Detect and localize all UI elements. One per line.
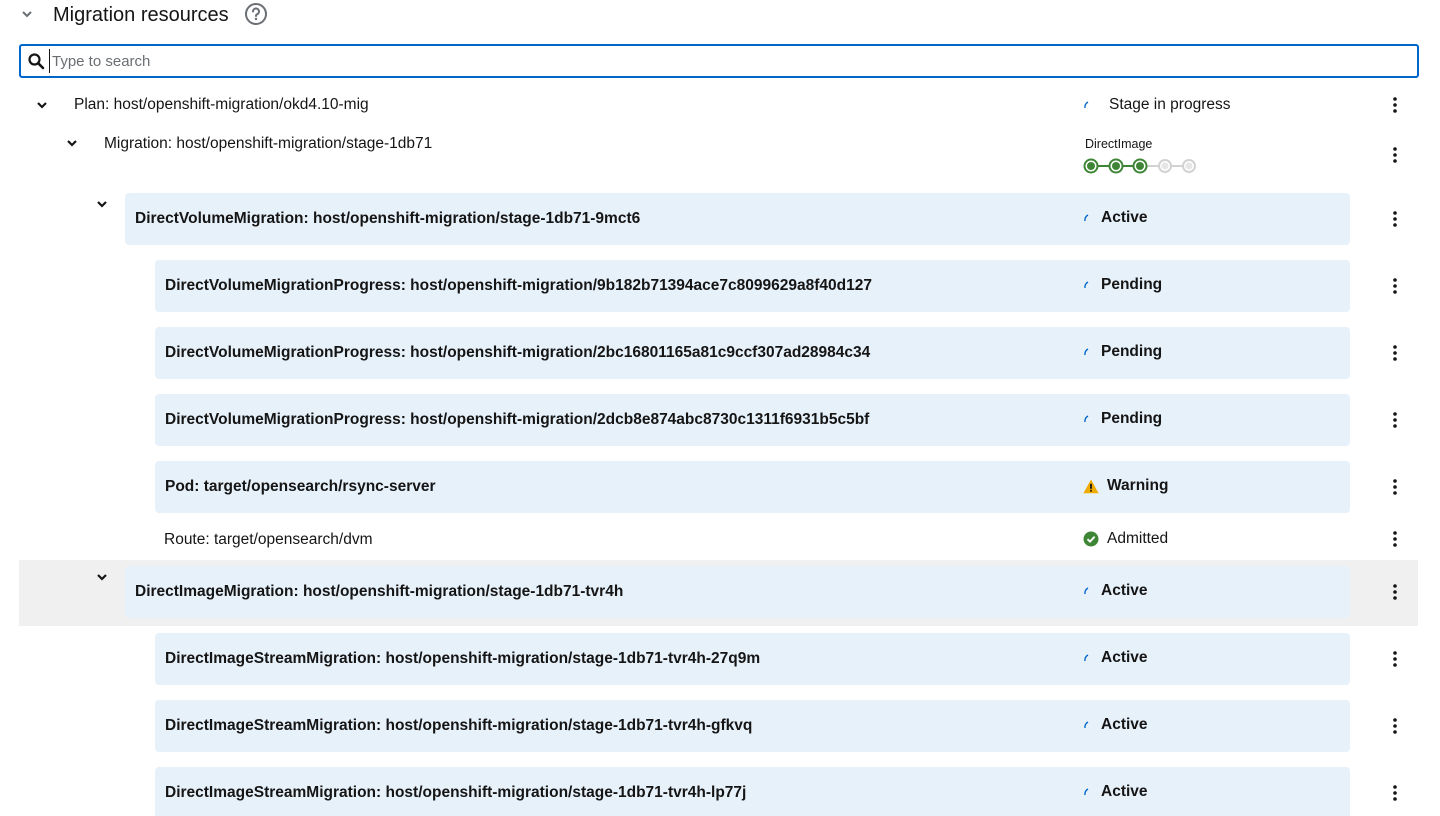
pipeline-step-complete: [1108, 158, 1124, 174]
spinner-icon: [1084, 654, 1089, 662]
kebab-icon: [1393, 531, 1397, 547]
route-actions-kebab[interactable]: [1387, 527, 1403, 551]
dvm-actions-kebab[interactable]: [1387, 207, 1403, 231]
spinner-icon: [1084, 415, 1089, 423]
dvmp-status-text-2: Pending: [1101, 343, 1163, 360]
spinner-icon: [1084, 788, 1089, 796]
dvmp-label-1: DirectVolumeMigrationProgress: host/open…: [165, 277, 872, 294]
dvm-label: DirectVolumeMigration: host/openshift-mi…: [135, 210, 641, 227]
section-toggle-chevron[interactable]: [14, 2, 40, 26]
kebab-icon: [1393, 651, 1397, 667]
help-button[interactable]: [244, 2, 268, 26]
check-circle-icon: [1083, 531, 1099, 547]
migration-actions-kebab[interactable]: [1387, 143, 1403, 167]
dvmp-actions-kebab-2[interactable]: [1387, 341, 1403, 365]
migration-pipeline: [1083, 158, 1196, 174]
pipeline-label: DirectImage: [1085, 137, 1153, 151]
dim-status-text: Active: [1101, 582, 1148, 599]
migration-toggle[interactable]: [62, 133, 82, 153]
dim-status: Active: [1083, 582, 1148, 600]
migration-label: Migration: host/openshift-migration/stag…: [104, 135, 433, 152]
dism-status-text-3: Active: [1101, 783, 1148, 800]
pipeline-step-pending: [1182, 159, 1196, 173]
pod-status: Warning: [1083, 477, 1168, 495]
kebab-icon: [1393, 211, 1397, 227]
chevron-down-icon: [67, 140, 77, 147]
dism-label-3: DirectImageStreamMigration: host/openshi…: [165, 784, 747, 801]
kebab-icon: [1393, 584, 1397, 600]
dvmp-label-3: DirectVolumeMigrationProgress: host/open…: [165, 411, 870, 428]
dvmp-status-text-1: Pending: [1101, 276, 1163, 293]
dism-label-2: DirectImageStreamMigration: host/openshi…: [165, 717, 753, 734]
spinner-icon: [1084, 587, 1089, 595]
dvmp-status-1: Pending: [1083, 276, 1162, 294]
search-box: [19, 44, 1419, 78]
kebab-icon: [1393, 147, 1397, 163]
page-title: Migration resources: [53, 4, 229, 26]
route-status-text: Admitted: [1107, 530, 1169, 547]
plan-label: Plan: host/openshift-migration/okd4.10-m…: [74, 96, 369, 113]
kebab-icon: [1393, 278, 1397, 294]
kebab-icon: [1393, 345, 1397, 361]
dvmp-actions-kebab-1[interactable]: [1387, 274, 1403, 298]
dvm-status: Active: [1083, 209, 1148, 227]
dism-label-1: DirectImageStreamMigration: host/openshi…: [165, 650, 761, 667]
spinner-icon: [1084, 214, 1089, 222]
chevron-down-icon: [22, 11, 32, 18]
chevron-down-icon: [37, 102, 47, 109]
dvmp-label-2: DirectVolumeMigrationProgress: host/open…: [165, 344, 871, 361]
dvm-toggle[interactable]: [92, 194, 112, 214]
dim-label: DirectImageMigration: host/openshift-mig…: [135, 583, 624, 600]
pipeline-step-complete: [1083, 158, 1099, 174]
search-input[interactable]: [49, 49, 1402, 73]
pipeline-step-pending: [1158, 159, 1172, 173]
chevron-down-icon: [97, 201, 107, 208]
kebab-icon: [1393, 412, 1397, 428]
kebab-icon: [1393, 479, 1397, 495]
dim-actions-kebab[interactable]: [1387, 580, 1403, 604]
dism-status-text-2: Active: [1101, 716, 1148, 733]
plan-toggle[interactable]: [32, 95, 52, 115]
pipeline-step-complete: [1132, 158, 1148, 174]
dism-actions-kebab-1[interactable]: [1387, 647, 1403, 671]
dism-status-2: Active: [1083, 716, 1148, 734]
dism-actions-kebab-2[interactable]: [1387, 714, 1403, 738]
dim-toggle[interactable]: [92, 567, 112, 587]
dism-status-1: Active: [1083, 649, 1148, 667]
spinner-icon: [1084, 721, 1089, 729]
dism-status-text-1: Active: [1101, 649, 1148, 666]
plan-status: Stage in progress: [1083, 96, 1231, 114]
dvmp-actions-kebab-3[interactable]: [1387, 408, 1403, 432]
dvmp-status-2: Pending: [1083, 343, 1162, 361]
dvmp-status-3: Pending: [1083, 410, 1162, 428]
kebab-icon: [1393, 718, 1397, 734]
question-circle-icon: [245, 3, 267, 25]
plan-actions-kebab[interactable]: [1387, 93, 1403, 117]
pod-actions-kebab[interactable]: [1387, 475, 1403, 499]
spinner-icon: [1084, 348, 1089, 356]
route-label: Route: target/opensearch/dvm: [164, 531, 373, 548]
dism-actions-kebab-3[interactable]: [1387, 781, 1403, 805]
dism-status-3: Active: [1083, 783, 1148, 801]
dvmp-status-text-3: Pending: [1101, 410, 1163, 427]
pod-status-text: Warning: [1107, 477, 1169, 494]
kebab-icon: [1393, 97, 1397, 113]
chevron-down-icon: [97, 574, 107, 581]
spinner-icon: [1084, 101, 1089, 109]
spinner-icon: [1084, 281, 1089, 289]
search-icon: [28, 53, 45, 70]
kebab-icon: [1393, 785, 1397, 801]
pod-label: Pod: target/opensearch/rsync-server: [165, 478, 436, 495]
dvm-status-text: Active: [1101, 209, 1148, 226]
warning-triangle-icon: [1083, 479, 1099, 493]
route-status: Admitted: [1083, 530, 1168, 548]
plan-status-text: Stage in progress: [1109, 96, 1231, 113]
